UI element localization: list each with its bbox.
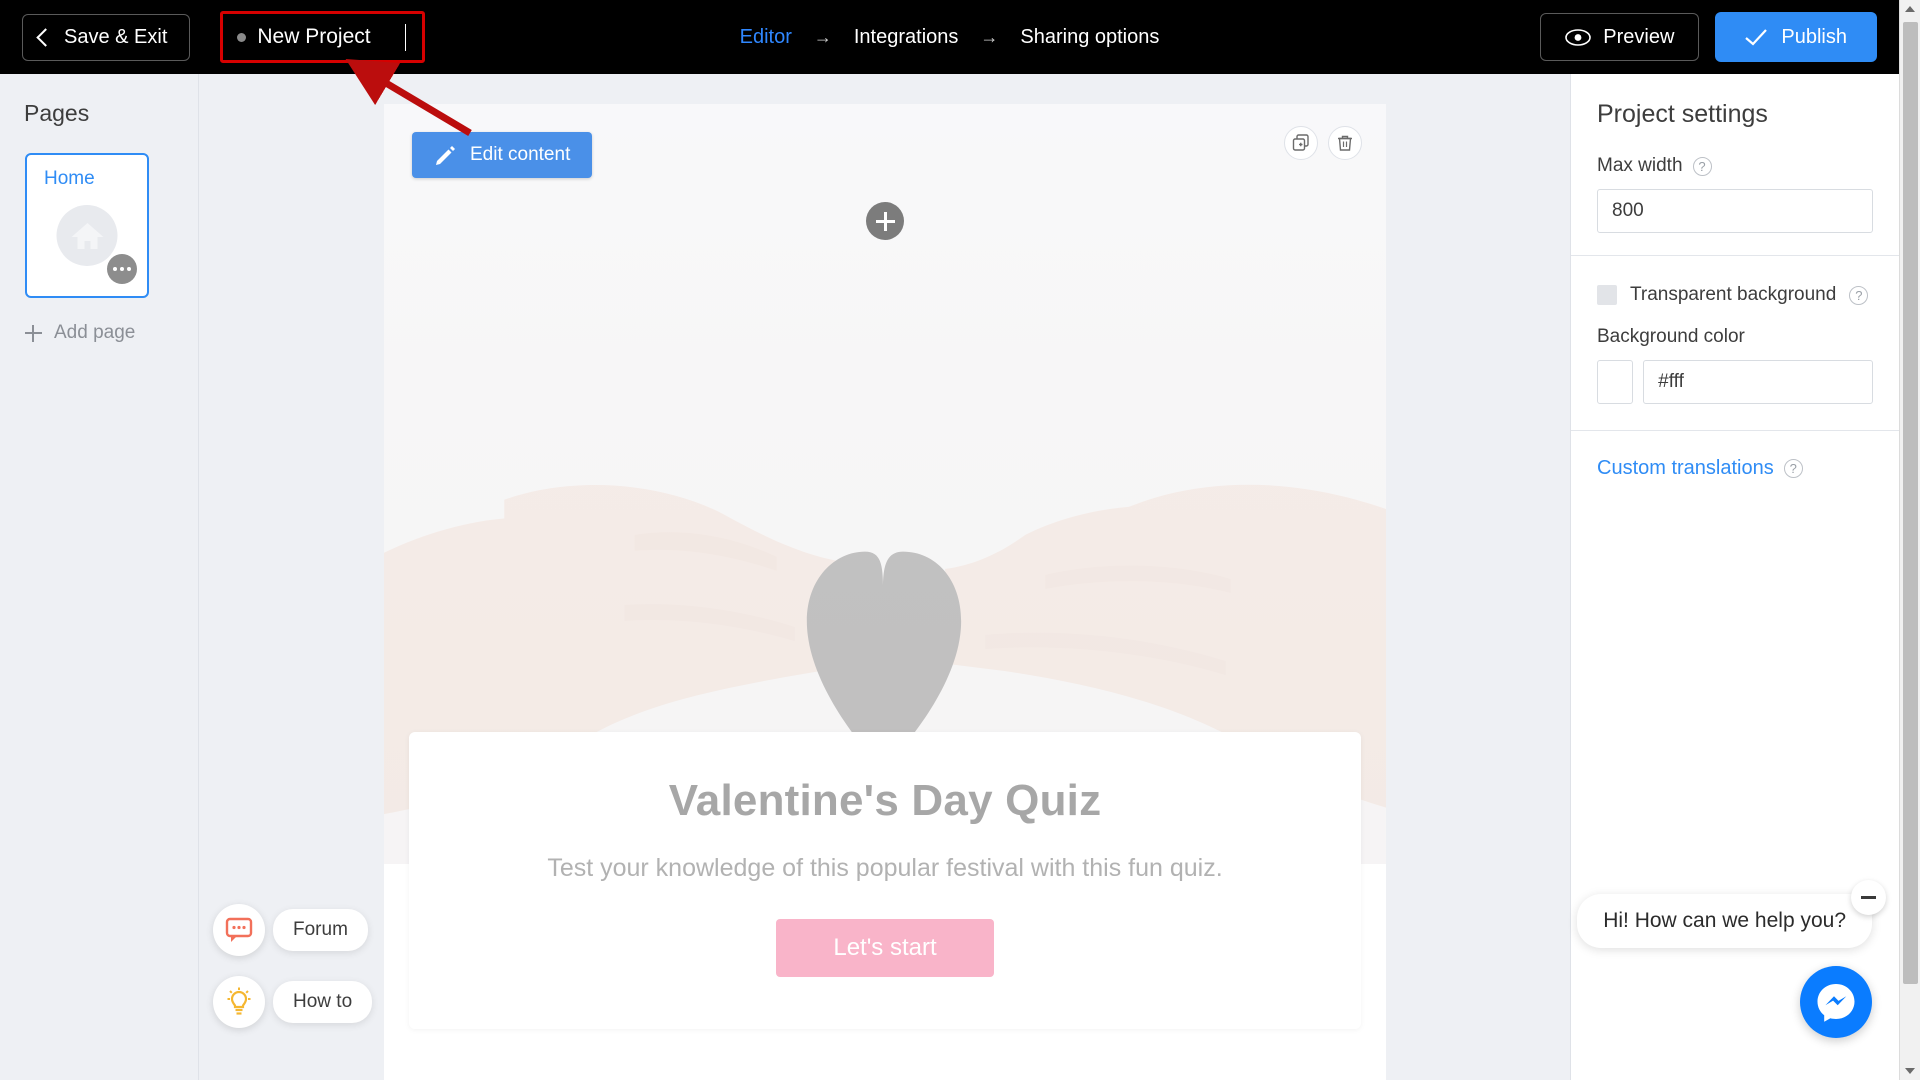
page-options-button[interactable] xyxy=(107,254,137,284)
save-and-exit-label: Save & Exit xyxy=(64,25,168,48)
edit-content-label: Edit content xyxy=(470,144,571,165)
edit-content-button[interactable]: Edit content xyxy=(412,132,593,178)
dot xyxy=(120,267,124,271)
lets-start-button[interactable]: Let's start xyxy=(776,919,994,977)
trash-icon xyxy=(1338,135,1352,151)
add-block-top-button[interactable] xyxy=(866,202,904,240)
breadcrumb-item-integrations[interactable]: Integrations xyxy=(854,26,959,49)
project-name-field-wrapper[interactable] xyxy=(220,11,426,63)
page-card-label: Home xyxy=(44,168,95,189)
custom-translations-link[interactable]: Custom translations xyxy=(1597,457,1774,480)
arrow-right-icon: → xyxy=(813,26,832,47)
divider xyxy=(1571,430,1899,431)
editor-canvas: Edit content Valentine's Day Quiz Test y… xyxy=(200,74,1570,1080)
background-color-label: Background color xyxy=(1597,326,1745,347)
scroll-down-wrap xyxy=(1900,1062,1920,1080)
project-settings-title: Project settings xyxy=(1597,100,1768,128)
page-scrollbar[interactable] xyxy=(1899,0,1920,1080)
chevron-left-icon xyxy=(36,27,55,47)
max-width-label-row: Max width ? xyxy=(1597,155,1873,177)
project-name-input[interactable] xyxy=(257,25,406,49)
publish-button[interactable]: Publish xyxy=(1715,12,1877,62)
scroll-down-button[interactable] xyxy=(1900,1062,1920,1080)
forum-helper[interactable]: Forum xyxy=(213,904,372,956)
add-page-label: Add page xyxy=(54,322,136,343)
dot xyxy=(127,267,131,271)
forum-label[interactable]: Forum xyxy=(273,909,368,951)
max-width-input[interactable] xyxy=(1597,189,1873,233)
eye-icon xyxy=(1565,28,1592,46)
preview-button[interactable]: Preview xyxy=(1540,13,1700,61)
custom-translations-row: Custom translations ? xyxy=(1597,457,1873,480)
editor-app: Save & Exit Editor → Integrations → Shar… xyxy=(0,0,1920,1080)
top-bar-actions: Preview Publish xyxy=(1540,12,1899,62)
minimize-chat-button[interactable] xyxy=(1851,880,1886,915)
how-to-label[interactable]: How to xyxy=(273,981,373,1023)
pencil-icon xyxy=(436,146,455,165)
breadcrumb-item-sharing-options[interactable]: Sharing options xyxy=(1020,26,1159,49)
triangle-down-icon xyxy=(1905,1068,1915,1074)
minus-icon xyxy=(1861,896,1876,899)
background-color-row xyxy=(1597,360,1873,404)
scroll-up-button[interactable] xyxy=(1900,0,1920,18)
page-thumbnail xyxy=(56,205,118,266)
help-icon[interactable]: ? xyxy=(1692,156,1712,176)
breadcrumb-item-editor[interactable]: Editor xyxy=(740,26,792,49)
plus-icon xyxy=(875,211,895,231)
text-caret xyxy=(405,23,407,51)
quiz-subtitle: Test your knowledge of this popular fest… xyxy=(547,854,1223,882)
home-icon xyxy=(71,222,103,249)
how-to-helper[interactable]: How to xyxy=(213,976,373,1028)
page-sheet: Edit content Valentine's Day Quiz Test y… xyxy=(384,104,1386,1080)
speech-bubble-icon xyxy=(213,904,265,956)
lightbulb-icon xyxy=(213,976,265,1028)
quiz-card: Valentine's Day Quiz Test your knowledge… xyxy=(409,732,1361,1029)
plus-icon xyxy=(25,324,42,342)
help-icon[interactable]: ? xyxy=(1783,459,1803,478)
help-floaters: Forum How to xyxy=(213,904,373,1028)
duplicate-icon xyxy=(1292,134,1309,151)
transparent-background-row[interactable]: Transparent background ? xyxy=(1597,284,1873,306)
background-color-label-row: Background color xyxy=(1597,326,1873,348)
messenger-icon xyxy=(1817,984,1855,1022)
custom-translations-section: Custom translations ? xyxy=(1571,457,1899,480)
messenger-greeting-bubble[interactable]: Hi! How can we help you? xyxy=(1577,880,1886,948)
messenger-launcher-button[interactable] xyxy=(1800,966,1872,1038)
messenger-widget: Hi! How can we help you? xyxy=(1577,880,1886,1038)
preview-label: Preview xyxy=(1603,25,1675,48)
quiz-title: Valentine's Day Quiz xyxy=(668,776,1102,825)
dot xyxy=(113,267,117,271)
delete-block-button[interactable] xyxy=(1328,126,1362,160)
save-and-exit-button[interactable]: Save & Exit xyxy=(22,13,191,61)
top-bar: Save & Exit Editor → Integrations → Shar… xyxy=(0,0,1899,74)
background-section: Transparent background ? Background colo… xyxy=(1571,284,1899,404)
breadcrumb: Editor → Integrations → Sharing options xyxy=(740,26,1160,49)
max-width-label: Max width xyxy=(1597,155,1683,176)
check-icon xyxy=(1745,28,1768,46)
scrollbar-thumb[interactable] xyxy=(1903,22,1918,984)
sidebar-page-home[interactable]: Home xyxy=(25,153,149,298)
background-color-swatch[interactable] xyxy=(1597,360,1634,404)
duplicate-block-button[interactable] xyxy=(1284,126,1318,160)
max-width-section: Max width ? xyxy=(1571,155,1899,233)
unsaved-dot-icon xyxy=(237,32,247,42)
help-icon[interactable]: ? xyxy=(1849,285,1869,305)
divider xyxy=(1571,255,1899,256)
pages-sidebar: Pages Home Add page xyxy=(0,74,199,1080)
pages-heading: Pages xyxy=(24,100,90,126)
background-color-input[interactable] xyxy=(1643,360,1873,404)
transparent-background-checkbox[interactable] xyxy=(1597,285,1617,305)
triangle-up-icon xyxy=(1905,6,1915,12)
block-tools xyxy=(1284,126,1362,160)
publish-label: Publish xyxy=(1781,25,1847,48)
transparent-background-label: Transparent background xyxy=(1630,284,1837,305)
arrow-right-icon: → xyxy=(980,26,999,47)
messenger-greeting-text: Hi! How can we help you? xyxy=(1603,909,1846,932)
add-page-button[interactable]: Add page xyxy=(25,322,198,344)
